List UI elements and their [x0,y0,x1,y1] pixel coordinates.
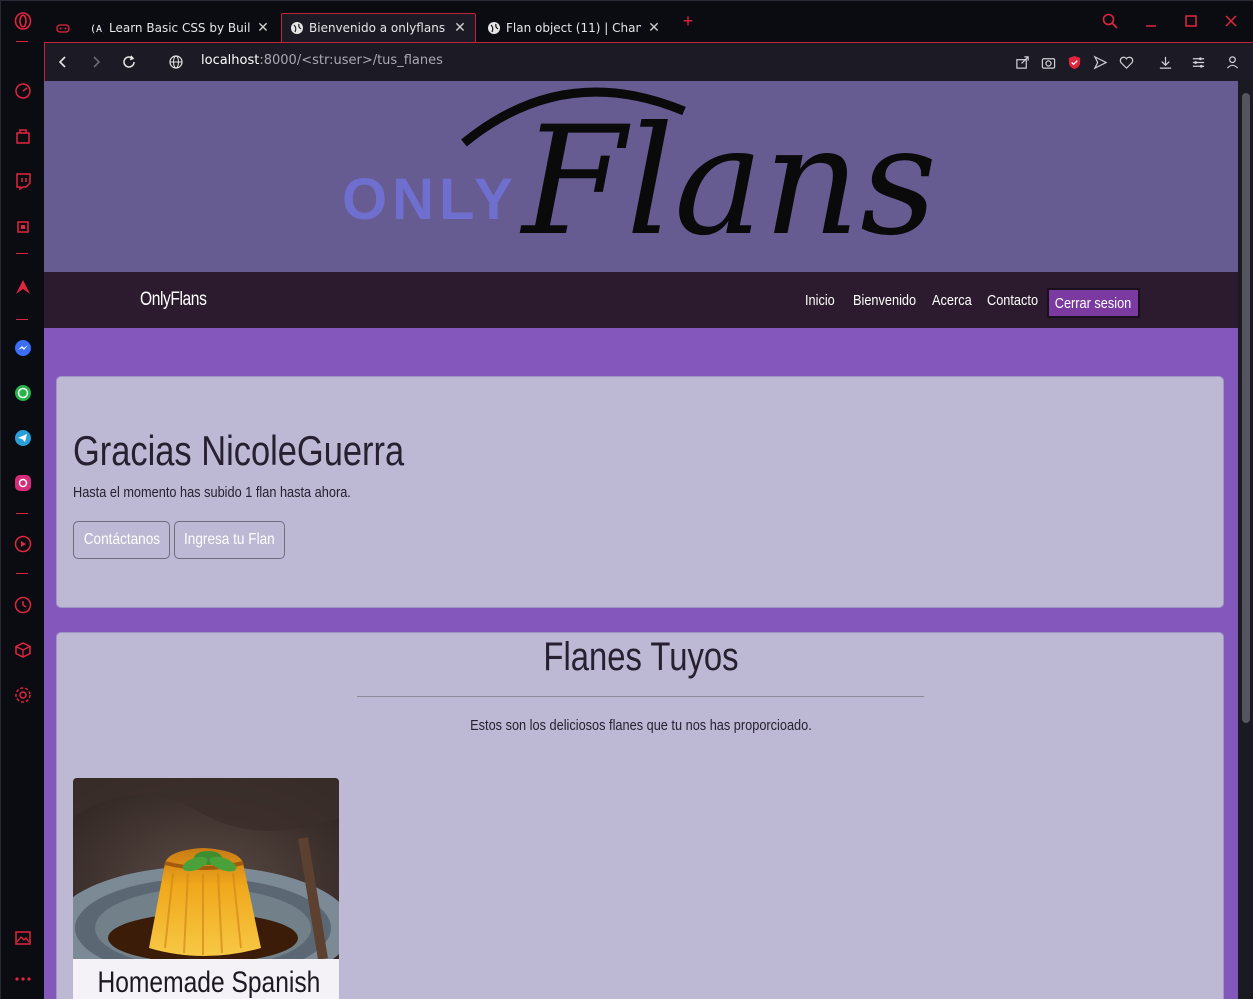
tab-title: Bienvenido a onlyflans [309,21,446,35]
logo-only-text: ONLY [342,167,518,232]
tab-title: Learn Basic CSS by Building [109,20,250,35]
share-icon[interactable] [1012,52,1032,72]
welcome-title: Gracias NicoleGuerra [73,427,405,474]
gallery-icon[interactable] [12,927,34,949]
section-title: Flanes Tuyos [57,635,1225,680]
back-icon[interactable] [52,51,74,73]
opera-sidebar [1,1,44,999]
nav-link-bienvenido[interactable]: Bienvenido [853,292,916,309]
browser-window: (A) Learn Basic CSS by Building ✕ Bienve… [0,0,1253,999]
url-host: localhost [201,53,260,68]
profile-icon[interactable] [1222,52,1242,72]
welcome-card: Gracias NicoleGuerra Hasta el momento ha… [56,376,1224,608]
address-bar: localhost:8000/<str:user>/tus_flanes [44,42,1253,81]
tab-flan-object[interactable]: Flan object (11) | Change fl ✕ [479,13,669,42]
settings-gear-icon[interactable] [12,684,34,706]
freecodecamp-icon: (A) [90,21,104,35]
tab-title: Flan object (11) | Change fl [506,20,641,35]
flan-card-title: Homemade Spanish [73,966,339,999]
svg-text:(A): (A) [90,24,104,35]
nav-link-inicio[interactable]: Inicio [805,292,835,309]
messenger-icon[interactable] [12,337,34,359]
instagram-icon[interactable] [12,472,34,494]
url-path: :8000/<str:user>/tus_flanes [259,53,443,68]
camera-icon[interactable] [1038,52,1058,72]
cpu-icon[interactable] [12,216,34,238]
flan-card[interactable]: Homemade Spanish [73,778,339,999]
contact-button-label: Contáctanos [83,531,160,548]
section-subtitle: Estos son los deliciosos flanes que tu n… [57,717,1225,734]
player-icon[interactable] [12,533,34,555]
extensions-cube-icon[interactable] [12,639,34,661]
download-icon[interactable] [1155,52,1175,72]
minimize-icon[interactable] [1140,11,1162,31]
flan-photo [73,778,339,959]
welcome-subtitle: Hasta el momento has subido 1 flan hasta… [73,484,351,501]
heart-icon[interactable] [1116,52,1136,72]
header-banner: ONLY Flans [44,81,1238,272]
tab-bienvenido[interactable]: Bienvenido a onlyflans ✕ [281,13,476,42]
site-info-globe-icon[interactable] [165,51,187,73]
easy-setup-icon[interactable] [1188,52,1208,72]
add-flan-button[interactable]: Ingresa tu Flan [174,521,285,559]
nav-link-contacto[interactable]: Contacto [987,292,1038,309]
speed-dial-icon[interactable] [12,80,34,102]
forward-icon[interactable] [85,51,107,73]
add-flan-button-label: Ingresa tu Flan [184,531,275,548]
whatsapp-icon[interactable] [12,382,34,404]
history-icon[interactable] [12,594,34,616]
close-icon[interactable]: ✕ [647,20,661,36]
more-dots-icon[interactable] [12,968,34,990]
maximize-icon[interactable] [1180,11,1202,31]
divider [357,696,924,697]
logo-flans-text: Flans [519,95,937,269]
gx-corner-tab[interactable] [52,13,82,42]
aria-icon[interactable] [12,276,34,298]
twitch-icon[interactable] [12,170,34,192]
reload-icon[interactable] [118,51,140,73]
gamepad-icon [56,21,70,35]
scrollbar-thumb[interactable] [1242,93,1250,723]
logout-button[interactable]: Cerrar sesion [1047,288,1140,318]
opera-logo-icon[interactable] [12,10,34,32]
site-navbar: OnlyFlans Inicio Bienvenido Acerca Conta… [44,272,1238,328]
close-icon[interactable]: ✕ [453,20,467,36]
telegram-icon[interactable] [12,427,34,449]
close-icon[interactable]: ✕ [256,20,270,36]
onlyflans-logo: ONLY Flans [342,87,937,269]
flan-card-title-text: Homemade Spanish [97,966,321,999]
globe-icon [290,21,304,35]
tab-bar: (A) Learn Basic CSS by Building ✕ Bienve… [44,1,1253,42]
flanes-section: Flanes Tuyos Estos son los deliciosos fl… [56,632,1224,999]
adblock-shield-icon[interactable] [1064,52,1084,72]
globe-icon [487,21,501,35]
section-title-text: Flanes Tuyos [543,635,739,679]
new-tab-button[interactable]: + [677,11,699,31]
nav-link-acerca[interactable]: Acerca [932,292,972,309]
search-icon[interactable] [1099,11,1121,31]
page-scrollbar[interactable] [1238,81,1253,999]
section-subtitle-text: Estos son los deliciosos flanes que tu n… [470,717,812,734]
tab-learn-css[interactable]: (A) Learn Basic CSS by Building ✕ [82,13,278,42]
navbar-brand[interactable]: OnlyFlans [140,289,207,311]
shopping-bag-icon[interactable] [12,125,34,147]
send-icon[interactable] [1090,52,1110,72]
logout-label: Cerrar sesion [1055,294,1132,312]
url-field[interactable]: localhost:8000/<str:user>/tus_flanes [201,53,443,68]
page-viewport: ONLY Flans OnlyFlans Inicio Bienvenido A… [44,81,1238,999]
contact-button[interactable]: Contáctanos [73,521,170,559]
close-window-icon[interactable] [1220,11,1242,31]
